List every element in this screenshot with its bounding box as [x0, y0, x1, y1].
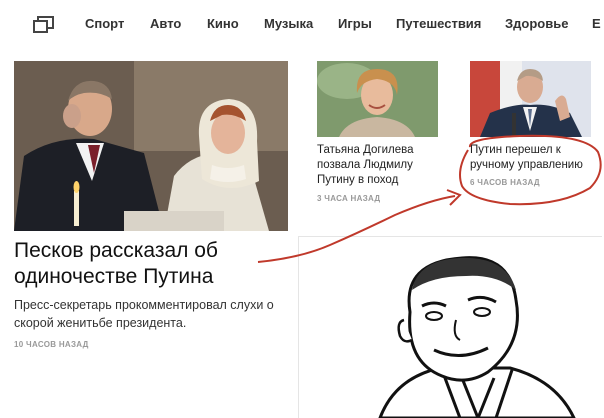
- red-circle-annotation: [459, 134, 602, 206]
- red-arrow-line: [257, 195, 456, 263]
- meme-face-illustration: [378, 256, 576, 418]
- annotation-overlay: [257, 134, 602, 418]
